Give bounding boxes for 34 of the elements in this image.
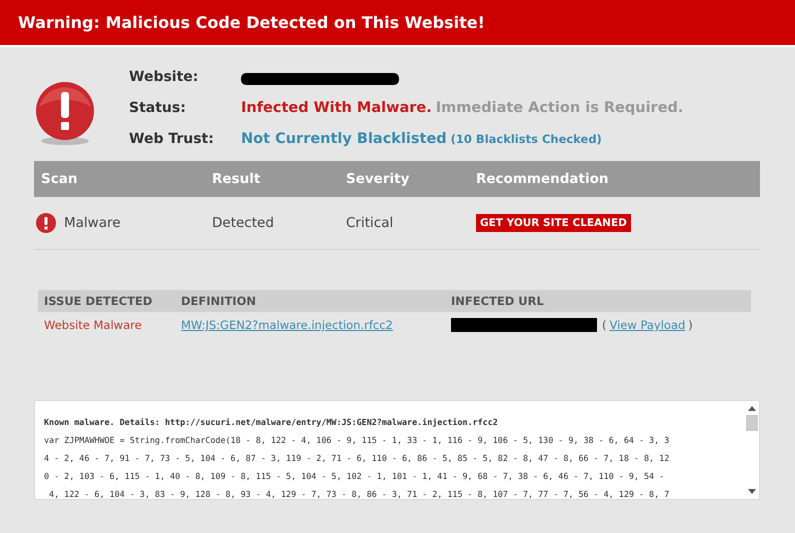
clean-site-button[interactable]: GET YOUR SITE CLEANED bbox=[476, 214, 631, 232]
exclamation-icon bbox=[33, 81, 97, 147]
status-value: Infected With Malware. bbox=[241, 100, 432, 116]
view-payload-link[interactable]: View Payload bbox=[610, 318, 686, 332]
code-line: Known malware. Details: http://sucuri.net/malware/entry/MW:JS:GEN2?malware.injection.rfcc2 bbox=[44, 416, 499, 429]
column-header: Scan bbox=[40, 171, 78, 187]
status-note: Immediate Action is Required. bbox=[436, 100, 684, 116]
code-line: 0 - 2, 103 - 6, 115 - 1, 40 - 8, 109 - 8, 115 - 5, 104 - 5, 102 - 1, 101 - 1, 41 - 9, 68 - 7, 38 - 6, 46 - 7, 110 - 9, 54 - bbox=[44, 470, 666, 483]
trust-note: (10 Blacklists Checked) bbox=[450, 132, 602, 146]
paren: ) bbox=[688, 318, 693, 332]
field-label: Website: bbox=[129, 69, 200, 85]
column-header: INFECTED URL bbox=[451, 294, 544, 308]
code-line: 4 - 2, 46 - 7, 91 - 7, 73 - 5, 104 - 6, 87 - 3, 119 - 2, 71 - 6, 110 - 6, 86 - 5, 85 - 5, 82 - 8, 47 - 8, 66 - 7, 18 - 8, 12 bbox=[44, 452, 670, 465]
column-header: ISSUE DETECTED bbox=[43, 294, 154, 308]
definition-link[interactable]: MW:JS:GEN2?malware.injection.rfcc2 bbox=[181, 318, 393, 332]
code-line: var ZJPMAWHWOE = String.fromCharCode(18 - 8, 122 - 4, 106 - 9, 115 - 1, 33 - 1, 116 - 9, 106 - 5, 130 - 9, 38 - 6, 64 - 3, 3 bbox=[44, 434, 670, 447]
field-label: Status: bbox=[129, 100, 187, 116]
scroll-up-icon[interactable] bbox=[748, 405, 756, 411]
field-label: Web Trust: bbox=[129, 131, 215, 147]
column-header: Severity bbox=[346, 171, 410, 187]
scroll-thumb[interactable] bbox=[746, 415, 758, 431]
table-cell-text: Detected bbox=[212, 215, 275, 231]
column-header: DEFINITION bbox=[181, 294, 257, 308]
column-header: Result bbox=[212, 171, 262, 187]
table-cell-text: Critical bbox=[346, 215, 394, 231]
warning-title: Warning: Malicious Code Detected on This Website! bbox=[18, 13, 485, 32]
table-cell: Malware bbox=[64, 215, 121, 231]
code-line: 4, 122 - 6, 104 - 3, 83 - 9, 128 - 8, 93 - 4, 129 - 7, 73 - 8, 86 - 3, 71 - 2, 115 - 8, 107 - 7, 77 - 7, 56 - 4, 129 - 8, 7 bbox=[48, 488, 670, 499]
trust-value: Not Currently Blacklisted bbox=[241, 131, 447, 147]
scroll-down-icon[interactable] bbox=[748, 489, 756, 495]
table-cell-text: Website Malware bbox=[43, 318, 143, 332]
paren: ( bbox=[602, 318, 606, 332]
error-icon bbox=[36, 213, 56, 233]
column-header: Recommendation bbox=[476, 171, 608, 187]
